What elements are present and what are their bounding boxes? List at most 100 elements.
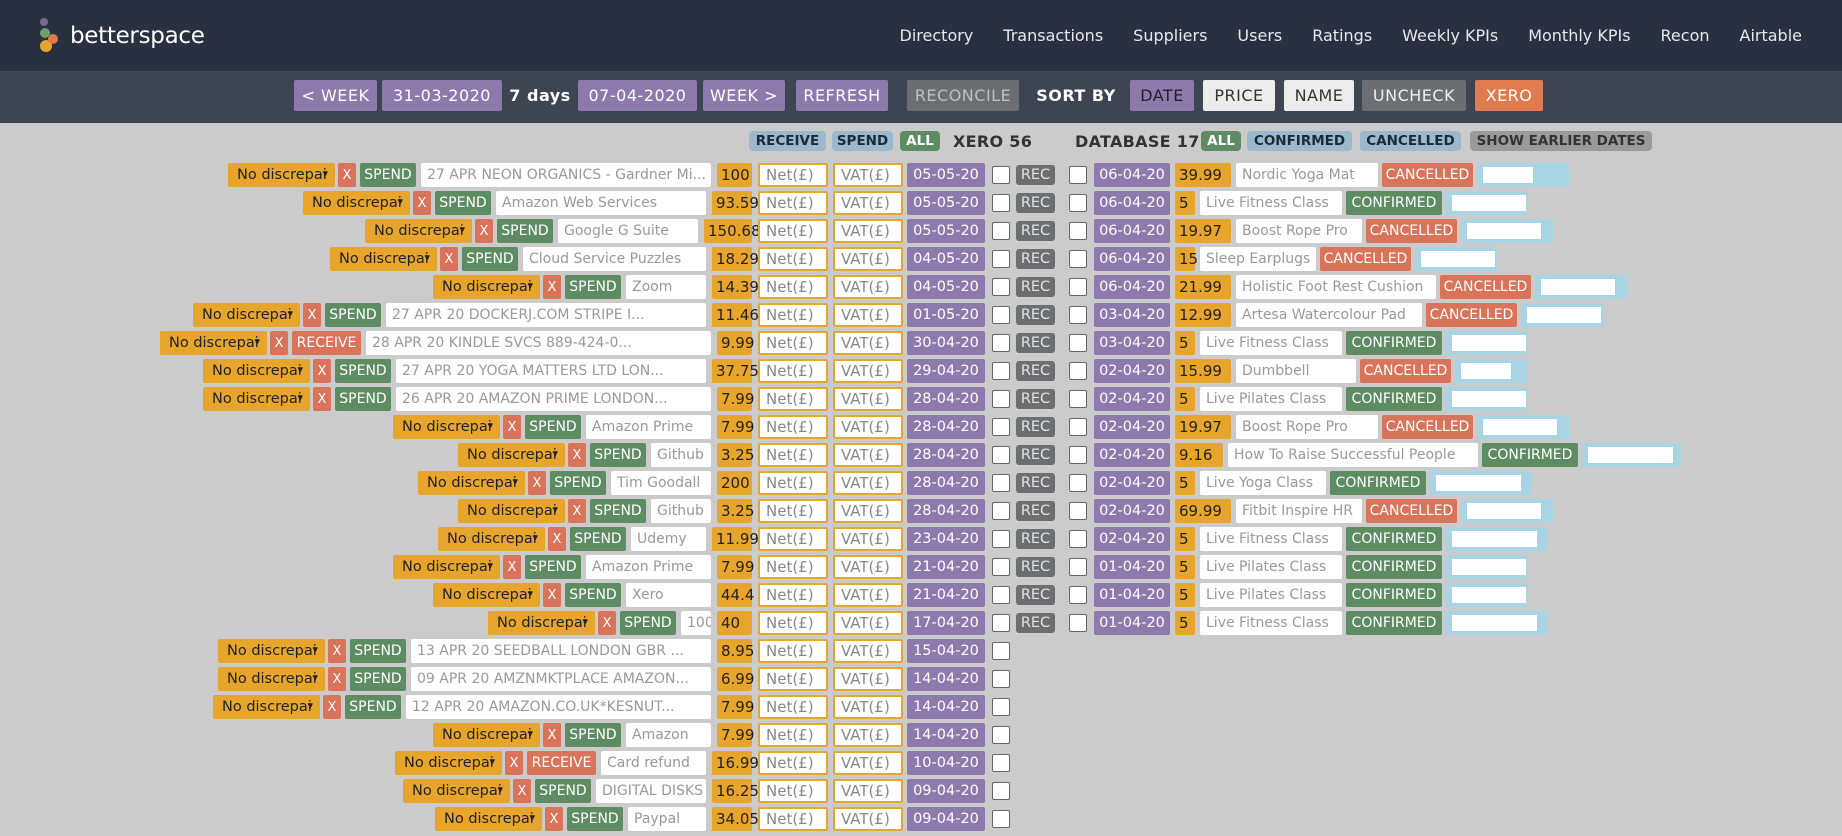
sort-price-button[interactable]: PRICE bbox=[1203, 80, 1275, 111]
remove-button[interactable]: X bbox=[543, 723, 561, 747]
db-select-checkbox[interactable] bbox=[1069, 166, 1087, 184]
status-badge[interactable]: CANCELLED bbox=[1366, 219, 1457, 243]
db-select-checkbox[interactable] bbox=[1069, 390, 1087, 408]
status-badge[interactable]: CANCELLED bbox=[1360, 359, 1451, 383]
select-checkbox[interactable] bbox=[992, 642, 1010, 660]
type-badge[interactable]: SPEND bbox=[350, 639, 406, 663]
status-badge[interactable]: CANCELLED bbox=[1382, 163, 1473, 187]
select-checkbox[interactable] bbox=[992, 726, 1010, 744]
db-select-checkbox[interactable] bbox=[1069, 194, 1087, 212]
discrepancy-select[interactable]: No discrepai ▾ bbox=[218, 639, 325, 663]
status-badge[interactable]: CANCELLED bbox=[1440, 275, 1531, 299]
nav-link[interactable]: Monthly KPIs bbox=[1528, 26, 1630, 45]
status-badge[interactable]: CONFIRMED bbox=[1346, 387, 1442, 411]
db-select-checkbox[interactable] bbox=[1069, 586, 1087, 604]
select-checkbox[interactable] bbox=[992, 754, 1010, 772]
vat-input[interactable]: VAT(£) bbox=[833, 807, 903, 831]
sort-name-button[interactable]: NAME bbox=[1284, 80, 1354, 111]
status-badge[interactable]: CONFIRMED bbox=[1330, 471, 1426, 495]
status-badge[interactable]: CONFIRMED bbox=[1346, 583, 1442, 607]
status-badge[interactable]: CONFIRMED bbox=[1346, 191, 1442, 215]
vat-input[interactable]: VAT(£) bbox=[833, 751, 903, 775]
sort-date-button[interactable]: DATE bbox=[1130, 80, 1194, 111]
select-checkbox[interactable] bbox=[992, 670, 1010, 688]
type-badge[interactable]: SPEND bbox=[565, 723, 621, 747]
refresh-button[interactable]: REFRESH bbox=[796, 80, 888, 111]
filter-spend[interactable]: SPEND bbox=[832, 131, 893, 151]
nav-link[interactable]: Suppliers bbox=[1133, 26, 1207, 45]
net-input[interactable]: Net(£) bbox=[758, 807, 828, 831]
db-filter-cancelled[interactable]: CANCELLED bbox=[1360, 131, 1461, 151]
status-badge[interactable]: CONFIRMED bbox=[1482, 443, 1578, 467]
db-select-checkbox[interactable] bbox=[1069, 362, 1087, 380]
xero-button[interactable]: XERO bbox=[1475, 80, 1543, 111]
start-date-input[interactable]: 31-03-2020 bbox=[382, 80, 502, 111]
discrepancy-select[interactable]: No discrepai ▾ bbox=[395, 751, 502, 775]
status-badge[interactable]: CANCELLED bbox=[1366, 499, 1457, 523]
prev-week-button[interactable]: < WEEK bbox=[294, 80, 377, 111]
nav-link[interactable]: Ratings bbox=[1312, 26, 1372, 45]
filter-receive[interactable]: RECEIVE bbox=[749, 131, 826, 151]
status-badge[interactable]: CONFIRMED bbox=[1346, 611, 1442, 635]
db-select-checkbox[interactable] bbox=[1069, 334, 1087, 352]
db-select-checkbox[interactable] bbox=[1069, 446, 1087, 464]
vat-input[interactable]: VAT(£) bbox=[833, 695, 903, 719]
remove-button[interactable]: X bbox=[323, 695, 341, 719]
discrepancy-select[interactable]: No discrepai ▾ bbox=[218, 667, 325, 691]
nav-link[interactable]: Weekly KPIs bbox=[1402, 26, 1498, 45]
nav-link[interactable]: Directory bbox=[900, 26, 974, 45]
vat-input[interactable]: VAT(£) bbox=[833, 779, 903, 803]
type-badge[interactable]: SPEND bbox=[567, 807, 623, 831]
status-badge[interactable]: CONFIRMED bbox=[1346, 331, 1442, 355]
nav-link[interactable]: Airtable bbox=[1740, 26, 1803, 45]
net-input[interactable]: Net(£) bbox=[758, 695, 828, 719]
nav-link[interactable]: Users bbox=[1237, 26, 1282, 45]
remove-button[interactable]: X bbox=[513, 779, 531, 803]
db-filter-confirmed[interactable]: CONFIRMED bbox=[1247, 131, 1352, 151]
type-badge[interactable]: SPEND bbox=[535, 779, 591, 803]
nav-link[interactable]: Transactions bbox=[1003, 26, 1103, 45]
logo[interactable]: betterspace bbox=[40, 18, 205, 54]
uncheck-button[interactable]: UNCHECK bbox=[1362, 80, 1466, 111]
db-select-checkbox[interactable] bbox=[1069, 614, 1087, 632]
vat-input[interactable]: VAT(£) bbox=[833, 667, 903, 691]
status-badge[interactable]: CANCELLED bbox=[1320, 247, 1411, 271]
db-select-checkbox[interactable] bbox=[1069, 474, 1087, 492]
net-input[interactable]: Net(£) bbox=[758, 639, 828, 663]
net-input[interactable]: Net(£) bbox=[758, 751, 828, 775]
db-select-checkbox[interactable] bbox=[1069, 278, 1087, 296]
discrepancy-select[interactable]: No discrepai ▾ bbox=[213, 695, 320, 719]
discrepancy-select[interactable]: No discrepai ▾ bbox=[435, 807, 542, 831]
vat-input[interactable]: VAT(£) bbox=[833, 639, 903, 663]
nav-link[interactable]: Recon bbox=[1661, 26, 1710, 45]
reconcile-button[interactable]: RECONCILE bbox=[907, 80, 1019, 111]
net-input[interactable]: Net(£) bbox=[758, 723, 828, 747]
filter-all[interactable]: ALL bbox=[900, 131, 940, 151]
db-select-checkbox[interactable] bbox=[1069, 306, 1087, 324]
db-select-checkbox[interactable] bbox=[1069, 502, 1087, 520]
select-checkbox[interactable] bbox=[992, 698, 1010, 716]
type-badge[interactable]: SPEND bbox=[350, 667, 406, 691]
remove-button[interactable]: X bbox=[328, 639, 346, 663]
db-select-checkbox[interactable] bbox=[1069, 222, 1087, 240]
type-badge[interactable]: SPEND bbox=[345, 695, 401, 719]
type-badge[interactable]: RECEIVE bbox=[527, 751, 596, 775]
select-checkbox[interactable] bbox=[992, 810, 1010, 828]
status-badge[interactable]: CONFIRMED bbox=[1346, 555, 1442, 579]
vat-input[interactable]: VAT(£) bbox=[833, 723, 903, 747]
show-earlier-dates-button[interactable]: SHOW EARLIER DATES bbox=[1470, 131, 1652, 151]
discrepancy-select[interactable]: No discrepai ▾ bbox=[403, 779, 510, 803]
status-badge[interactable]: CONFIRMED bbox=[1346, 527, 1442, 551]
net-input[interactable]: Net(£) bbox=[758, 667, 828, 691]
db-select-checkbox[interactable] bbox=[1069, 530, 1087, 548]
net-input[interactable]: Net(£) bbox=[758, 779, 828, 803]
db-select-checkbox[interactable] bbox=[1069, 250, 1087, 268]
db-select-checkbox[interactable] bbox=[1069, 418, 1087, 436]
remove-button[interactable]: X bbox=[545, 807, 563, 831]
status-badge[interactable]: CANCELLED bbox=[1382, 415, 1473, 439]
end-date-input[interactable]: 07-04-2020 bbox=[578, 80, 697, 111]
status-badge[interactable]: CANCELLED bbox=[1426, 303, 1517, 327]
remove-button[interactable]: X bbox=[328, 667, 346, 691]
remove-button[interactable]: X bbox=[505, 751, 523, 775]
next-week-button[interactable]: WEEK > bbox=[703, 80, 785, 111]
